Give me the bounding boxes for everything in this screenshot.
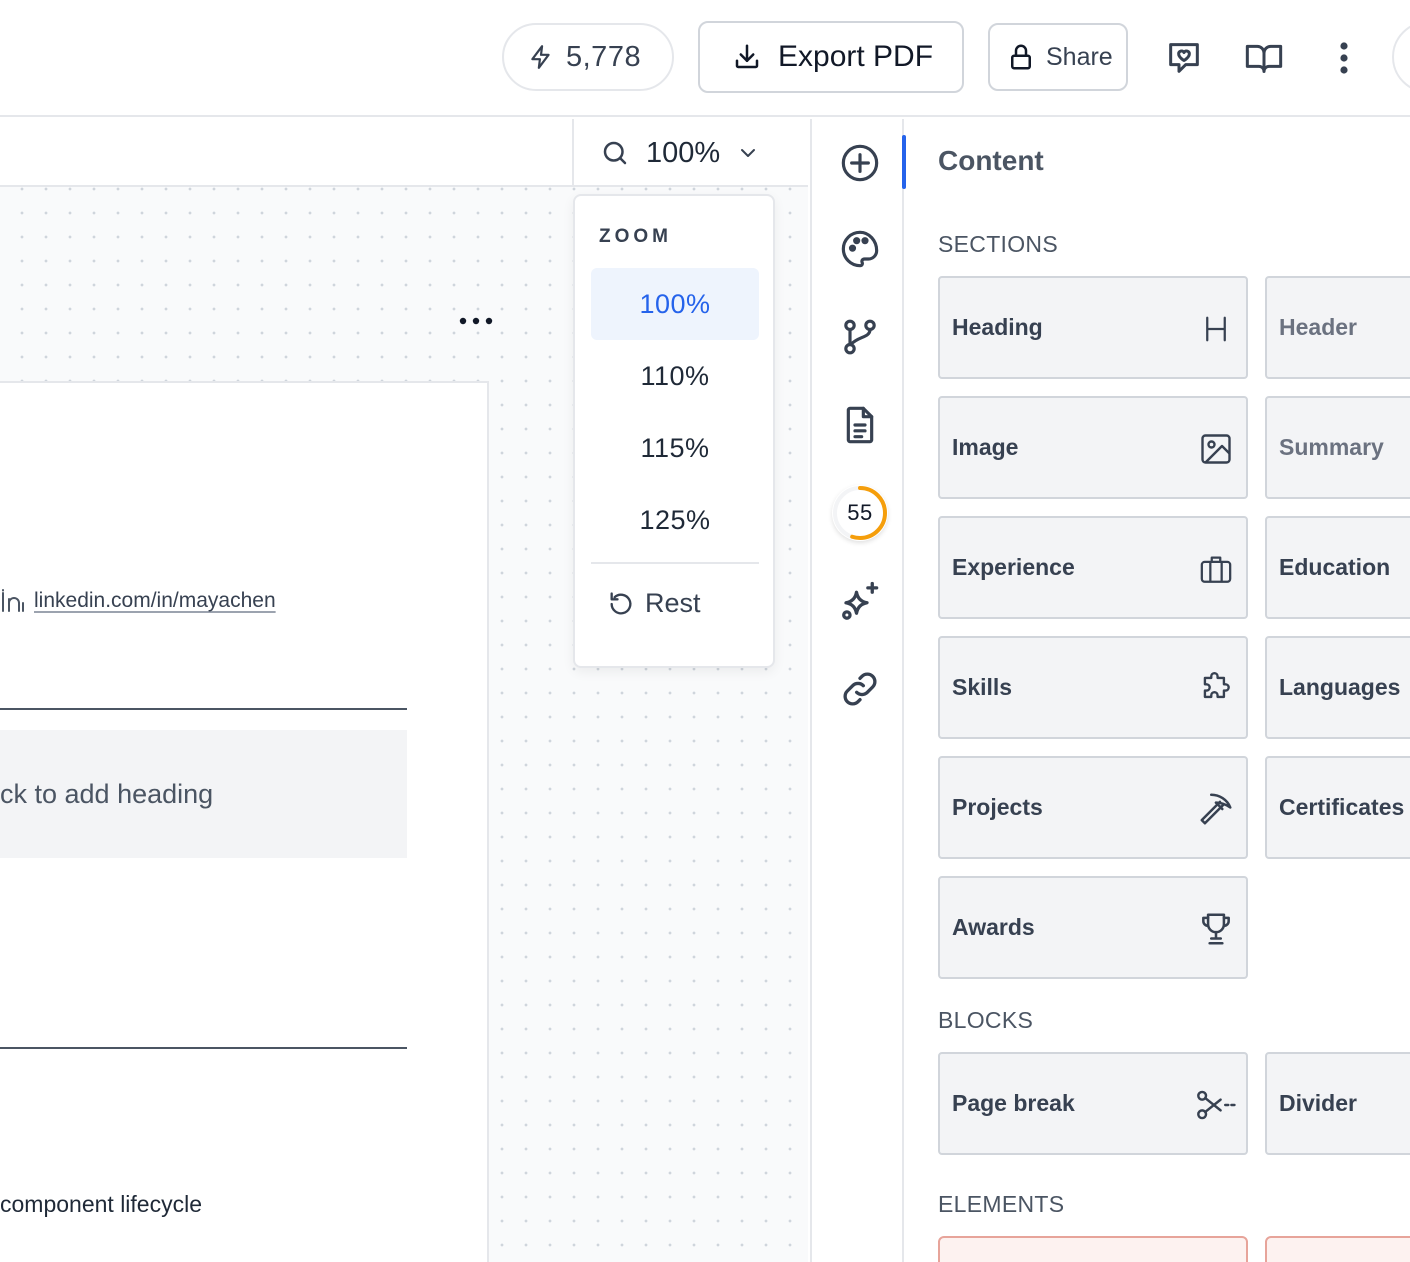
resume-body-text: component lifecycle	[0, 1191, 202, 1217]
chevron-down-icon	[741, 149, 756, 157]
zoom-reset-button[interactable]: Rest	[607, 588, 701, 619]
lightning-icon	[531, 45, 550, 69]
sections-label: SECTIONS	[938, 231, 1058, 257]
zoom-control[interactable]: 100%	[572, 119, 808, 187]
trophy-icon	[1196, 909, 1236, 949]
section-card-label: Experience	[952, 554, 1075, 580]
panel-title: Content	[938, 145, 1044, 176]
section-card-certificates[interactable]: Certificates	[1265, 756, 1410, 859]
branch-icon[interactable]	[836, 313, 884, 361]
zoom-reset-label: Rest	[645, 588, 701, 618]
section-card-label: Header	[1279, 314, 1357, 340]
blocks-label: BLOCKS	[938, 1007, 1034, 1033]
avatar[interactable]	[1392, 21, 1410, 93]
section-card-summary[interactable]: Summary	[1265, 396, 1410, 499]
section-card-label: Awards	[952, 914, 1035, 940]
search-icon	[603, 141, 627, 165]
zoom-option-125[interactable]: 125%	[591, 484, 759, 556]
download-icon	[735, 44, 759, 69]
section-card-label: Projects	[952, 794, 1043, 820]
section-card-image[interactable]: Image	[938, 396, 1248, 499]
zoom-option-100[interactable]: 100%	[591, 268, 759, 340]
export-pdf-button[interactable]: Export PDF	[698, 21, 964, 93]
section-card-languages[interactable]: Languages	[1265, 636, 1410, 739]
zoom-menu-divider	[591, 562, 759, 564]
resume-score-ring[interactable]: 55	[832, 485, 888, 541]
heading-h-icon	[1196, 309, 1236, 349]
block-card-label: Divider	[1279, 1090, 1357, 1116]
elements-label: ELEMENTS	[938, 1191, 1065, 1217]
zoom-value: 100%	[646, 136, 721, 169]
section-card-label: Education	[1279, 554, 1391, 580]
image-icon	[1196, 429, 1236, 469]
section-card-projects[interactable]: Projects	[938, 756, 1248, 859]
section-card-heading[interactable]: Heading	[938, 276, 1248, 379]
palette-icon[interactable]	[836, 225, 884, 273]
zoom-menu-label: ZOOM	[599, 226, 672, 247]
link-icon[interactable]	[836, 665, 884, 713]
canvas-toolbar: 100%	[0, 119, 808, 187]
heading-placeholder-text: ck to add heading	[0, 778, 214, 809]
section-divider	[0, 708, 407, 710]
share-button[interactable]: Share	[988, 23, 1128, 91]
top-bar: 5,778 Export PDF Share	[0, 0, 1410, 117]
reset-icon	[610, 591, 632, 615]
heading-placeholder[interactable]: ck to add heading	[0, 730, 407, 858]
sparkles-icon[interactable]	[836, 577, 884, 625]
briefcase-icon	[1196, 549, 1236, 589]
pickaxe-icon	[1196, 789, 1236, 829]
content-panel: Content SECTIONS Heading Header Image Su…	[906, 119, 1410, 1262]
block-card-divider[interactable]: Divider	[1265, 1052, 1410, 1155]
more-horizontal-icon[interactable]	[456, 309, 496, 333]
linkedin-link[interactable]: linkedin.com/in/mayachen	[34, 589, 276, 613]
zoom-option-115[interactable]: 115%	[591, 412, 759, 484]
section-card-skills[interactable]: Skills	[938, 636, 1248, 739]
zoom-dropdown: ZOOM 100% 110% 115% 125% Rest	[573, 194, 775, 668]
linkedin-icon	[2, 589, 24, 612]
export-pdf-label: Export PDF	[778, 40, 934, 73]
section-card-label: Summary	[1279, 434, 1384, 460]
share-label: Share	[1046, 42, 1113, 71]
element-card[interactable]	[938, 1236, 1248, 1262]
section-card-label: Image	[952, 434, 1019, 460]
more-vertical-icon[interactable]	[1322, 36, 1366, 80]
section-card-label: Languages	[1279, 674, 1401, 700]
add-circle-icon[interactable]	[836, 139, 884, 187]
book-icon[interactable]	[1242, 36, 1286, 80]
element-card[interactable]	[1265, 1236, 1410, 1262]
section-card-label: Heading	[952, 314, 1043, 340]
lock-icon	[1011, 44, 1031, 70]
section-card-education[interactable]: Education	[1265, 516, 1410, 619]
section-card-label: Skills	[952, 674, 1013, 700]
section-divider	[0, 1047, 407, 1049]
scissors-icon	[1196, 1085, 1236, 1125]
zoom-option-110[interactable]: 110%	[591, 340, 759, 412]
section-card-experience[interactable]: Experience	[938, 516, 1248, 619]
block-card-label: Page break	[952, 1090, 1075, 1116]
feedback-icon[interactable]	[1162, 36, 1206, 80]
credits-badge[interactable]: 5,778	[502, 23, 674, 91]
section-card-header[interactable]: Header	[1265, 276, 1410, 379]
contact-linkedin[interactable]: linkedin.com/in/mayachen	[0, 589, 276, 613]
block-card-page-break[interactable]: Page break	[938, 1052, 1248, 1155]
puzzle-icon	[1196, 669, 1236, 709]
tool-rail: 55	[810, 119, 906, 1262]
document-icon[interactable]	[836, 401, 884, 449]
section-card-awards[interactable]: Awards	[938, 876, 1248, 979]
resume-score-value: 55	[847, 500, 873, 525]
credits-count: 5,778	[566, 40, 642, 73]
section-card-label: Certificates	[1279, 794, 1405, 820]
